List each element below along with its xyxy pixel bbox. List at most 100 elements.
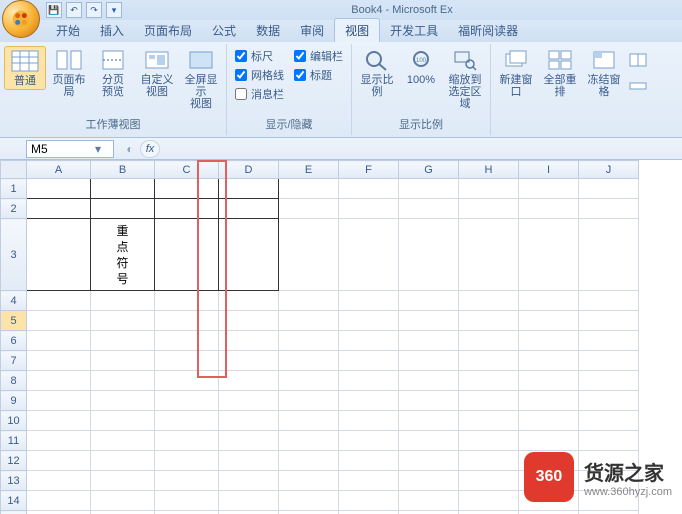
tab-page-layout[interactable]: 页面布局 bbox=[134, 19, 202, 42]
cell[interactable] bbox=[27, 311, 91, 331]
cell[interactable] bbox=[339, 491, 399, 511]
cell[interactable] bbox=[339, 411, 399, 431]
cell[interactable] bbox=[27, 431, 91, 451]
cell[interactable] bbox=[579, 511, 639, 514]
window-more-button[interactable] bbox=[627, 46, 649, 102]
cell[interactable] bbox=[91, 491, 155, 511]
cell[interactable] bbox=[459, 391, 519, 411]
cell[interactable] bbox=[339, 219, 399, 291]
cell[interactable] bbox=[219, 471, 279, 491]
cell[interactable] bbox=[27, 491, 91, 511]
cell[interactable] bbox=[155, 331, 219, 351]
cell[interactable] bbox=[579, 331, 639, 351]
cell[interactable] bbox=[399, 431, 459, 451]
cell[interactable] bbox=[27, 179, 91, 199]
cell[interactable] bbox=[91, 511, 155, 514]
arrange-all-button[interactable]: 全部重排 bbox=[539, 46, 581, 100]
cell[interactable] bbox=[459, 511, 519, 514]
office-button[interactable] bbox=[2, 0, 40, 38]
cell[interactable] bbox=[27, 331, 91, 351]
column-header[interactable]: E bbox=[279, 161, 339, 179]
cell[interactable] bbox=[91, 331, 155, 351]
zoom-button[interactable]: 显示比例 bbox=[356, 46, 398, 100]
cell[interactable] bbox=[219, 371, 279, 391]
ruler-checkbox[interactable]: 标尺 bbox=[235, 48, 284, 64]
tab-formulas[interactable]: 公式 bbox=[202, 19, 246, 42]
cell[interactable] bbox=[399, 491, 459, 511]
cell[interactable] bbox=[339, 451, 399, 471]
cell[interactable] bbox=[399, 311, 459, 331]
cell[interactable] bbox=[579, 411, 639, 431]
cell[interactable] bbox=[459, 179, 519, 199]
cell[interactable] bbox=[155, 451, 219, 471]
formula-bar-input[interactable] bbox=[160, 140, 682, 158]
cell[interactable] bbox=[579, 351, 639, 371]
cell[interactable] bbox=[155, 431, 219, 451]
cell[interactable] bbox=[155, 371, 219, 391]
tab-home[interactable]: 开始 bbox=[46, 19, 90, 42]
qat-save-icon[interactable]: 💾 bbox=[46, 2, 62, 18]
row-header[interactable]: 12 bbox=[1, 451, 27, 471]
cell[interactable] bbox=[279, 351, 339, 371]
cell[interactable] bbox=[27, 391, 91, 411]
cell[interactable] bbox=[279, 471, 339, 491]
cell[interactable] bbox=[399, 371, 459, 391]
cell[interactable] bbox=[339, 471, 399, 491]
cell[interactable] bbox=[279, 371, 339, 391]
cell[interactable] bbox=[91, 411, 155, 431]
cell[interactable] bbox=[27, 411, 91, 431]
cell[interactable] bbox=[91, 451, 155, 471]
page-layout-button[interactable]: 页面布局 bbox=[48, 46, 90, 100]
cell[interactable] bbox=[155, 291, 219, 311]
freeze-panes-button[interactable]: 冻结窗格 bbox=[583, 46, 625, 100]
cell[interactable] bbox=[519, 511, 579, 514]
row-header[interactable]: 2 bbox=[1, 199, 27, 219]
cell[interactable] bbox=[279, 331, 339, 351]
cell[interactable] bbox=[155, 351, 219, 371]
cell[interactable] bbox=[399, 199, 459, 219]
cell[interactable] bbox=[519, 199, 579, 219]
cell[interactable] bbox=[519, 411, 579, 431]
qat-customize-icon[interactable]: ▾ bbox=[106, 2, 122, 18]
cell[interactable] bbox=[219, 291, 279, 311]
cell[interactable] bbox=[579, 371, 639, 391]
cell[interactable] bbox=[27, 511, 91, 514]
cell[interactable] bbox=[219, 219, 279, 291]
cell[interactable] bbox=[219, 451, 279, 471]
cell[interactable] bbox=[339, 179, 399, 199]
cell[interactable] bbox=[459, 451, 519, 471]
cell[interactable] bbox=[459, 199, 519, 219]
cell[interactable] bbox=[339, 331, 399, 351]
row-header[interactable]: 14 bbox=[1, 491, 27, 511]
cell[interactable] bbox=[459, 411, 519, 431]
cell[interactable] bbox=[155, 491, 219, 511]
cell[interactable] bbox=[155, 311, 219, 331]
cell[interactable] bbox=[219, 511, 279, 514]
cell[interactable] bbox=[219, 431, 279, 451]
fx-button[interactable]: fx bbox=[140, 140, 160, 158]
cell[interactable] bbox=[279, 491, 339, 511]
cell[interactable] bbox=[339, 431, 399, 451]
column-header[interactable]: A bbox=[27, 161, 91, 179]
cell[interactable] bbox=[399, 411, 459, 431]
page-break-preview-button[interactable]: 分页预览 bbox=[92, 46, 134, 100]
cell[interactable] bbox=[399, 331, 459, 351]
cell[interactable] bbox=[279, 291, 339, 311]
column-header[interactable]: I bbox=[519, 161, 579, 179]
tab-review[interactable]: 审阅 bbox=[290, 19, 334, 42]
row-header[interactable]: 4 bbox=[1, 291, 27, 311]
cell[interactable] bbox=[519, 351, 579, 371]
cell[interactable] bbox=[91, 431, 155, 451]
cell[interactable] bbox=[27, 451, 91, 471]
cell[interactable] bbox=[155, 411, 219, 431]
normal-view-button[interactable]: 普通 bbox=[4, 46, 46, 90]
cell[interactable] bbox=[279, 411, 339, 431]
select-all-corner[interactable] bbox=[1, 161, 27, 179]
name-box-input[interactable] bbox=[31, 142, 91, 156]
headings-checkbox[interactable]: 标题 bbox=[294, 67, 343, 83]
column-header[interactable]: D bbox=[219, 161, 279, 179]
cell[interactable] bbox=[459, 291, 519, 311]
cell[interactable] bbox=[219, 179, 279, 199]
cell[interactable] bbox=[339, 391, 399, 411]
cell[interactable] bbox=[219, 391, 279, 411]
